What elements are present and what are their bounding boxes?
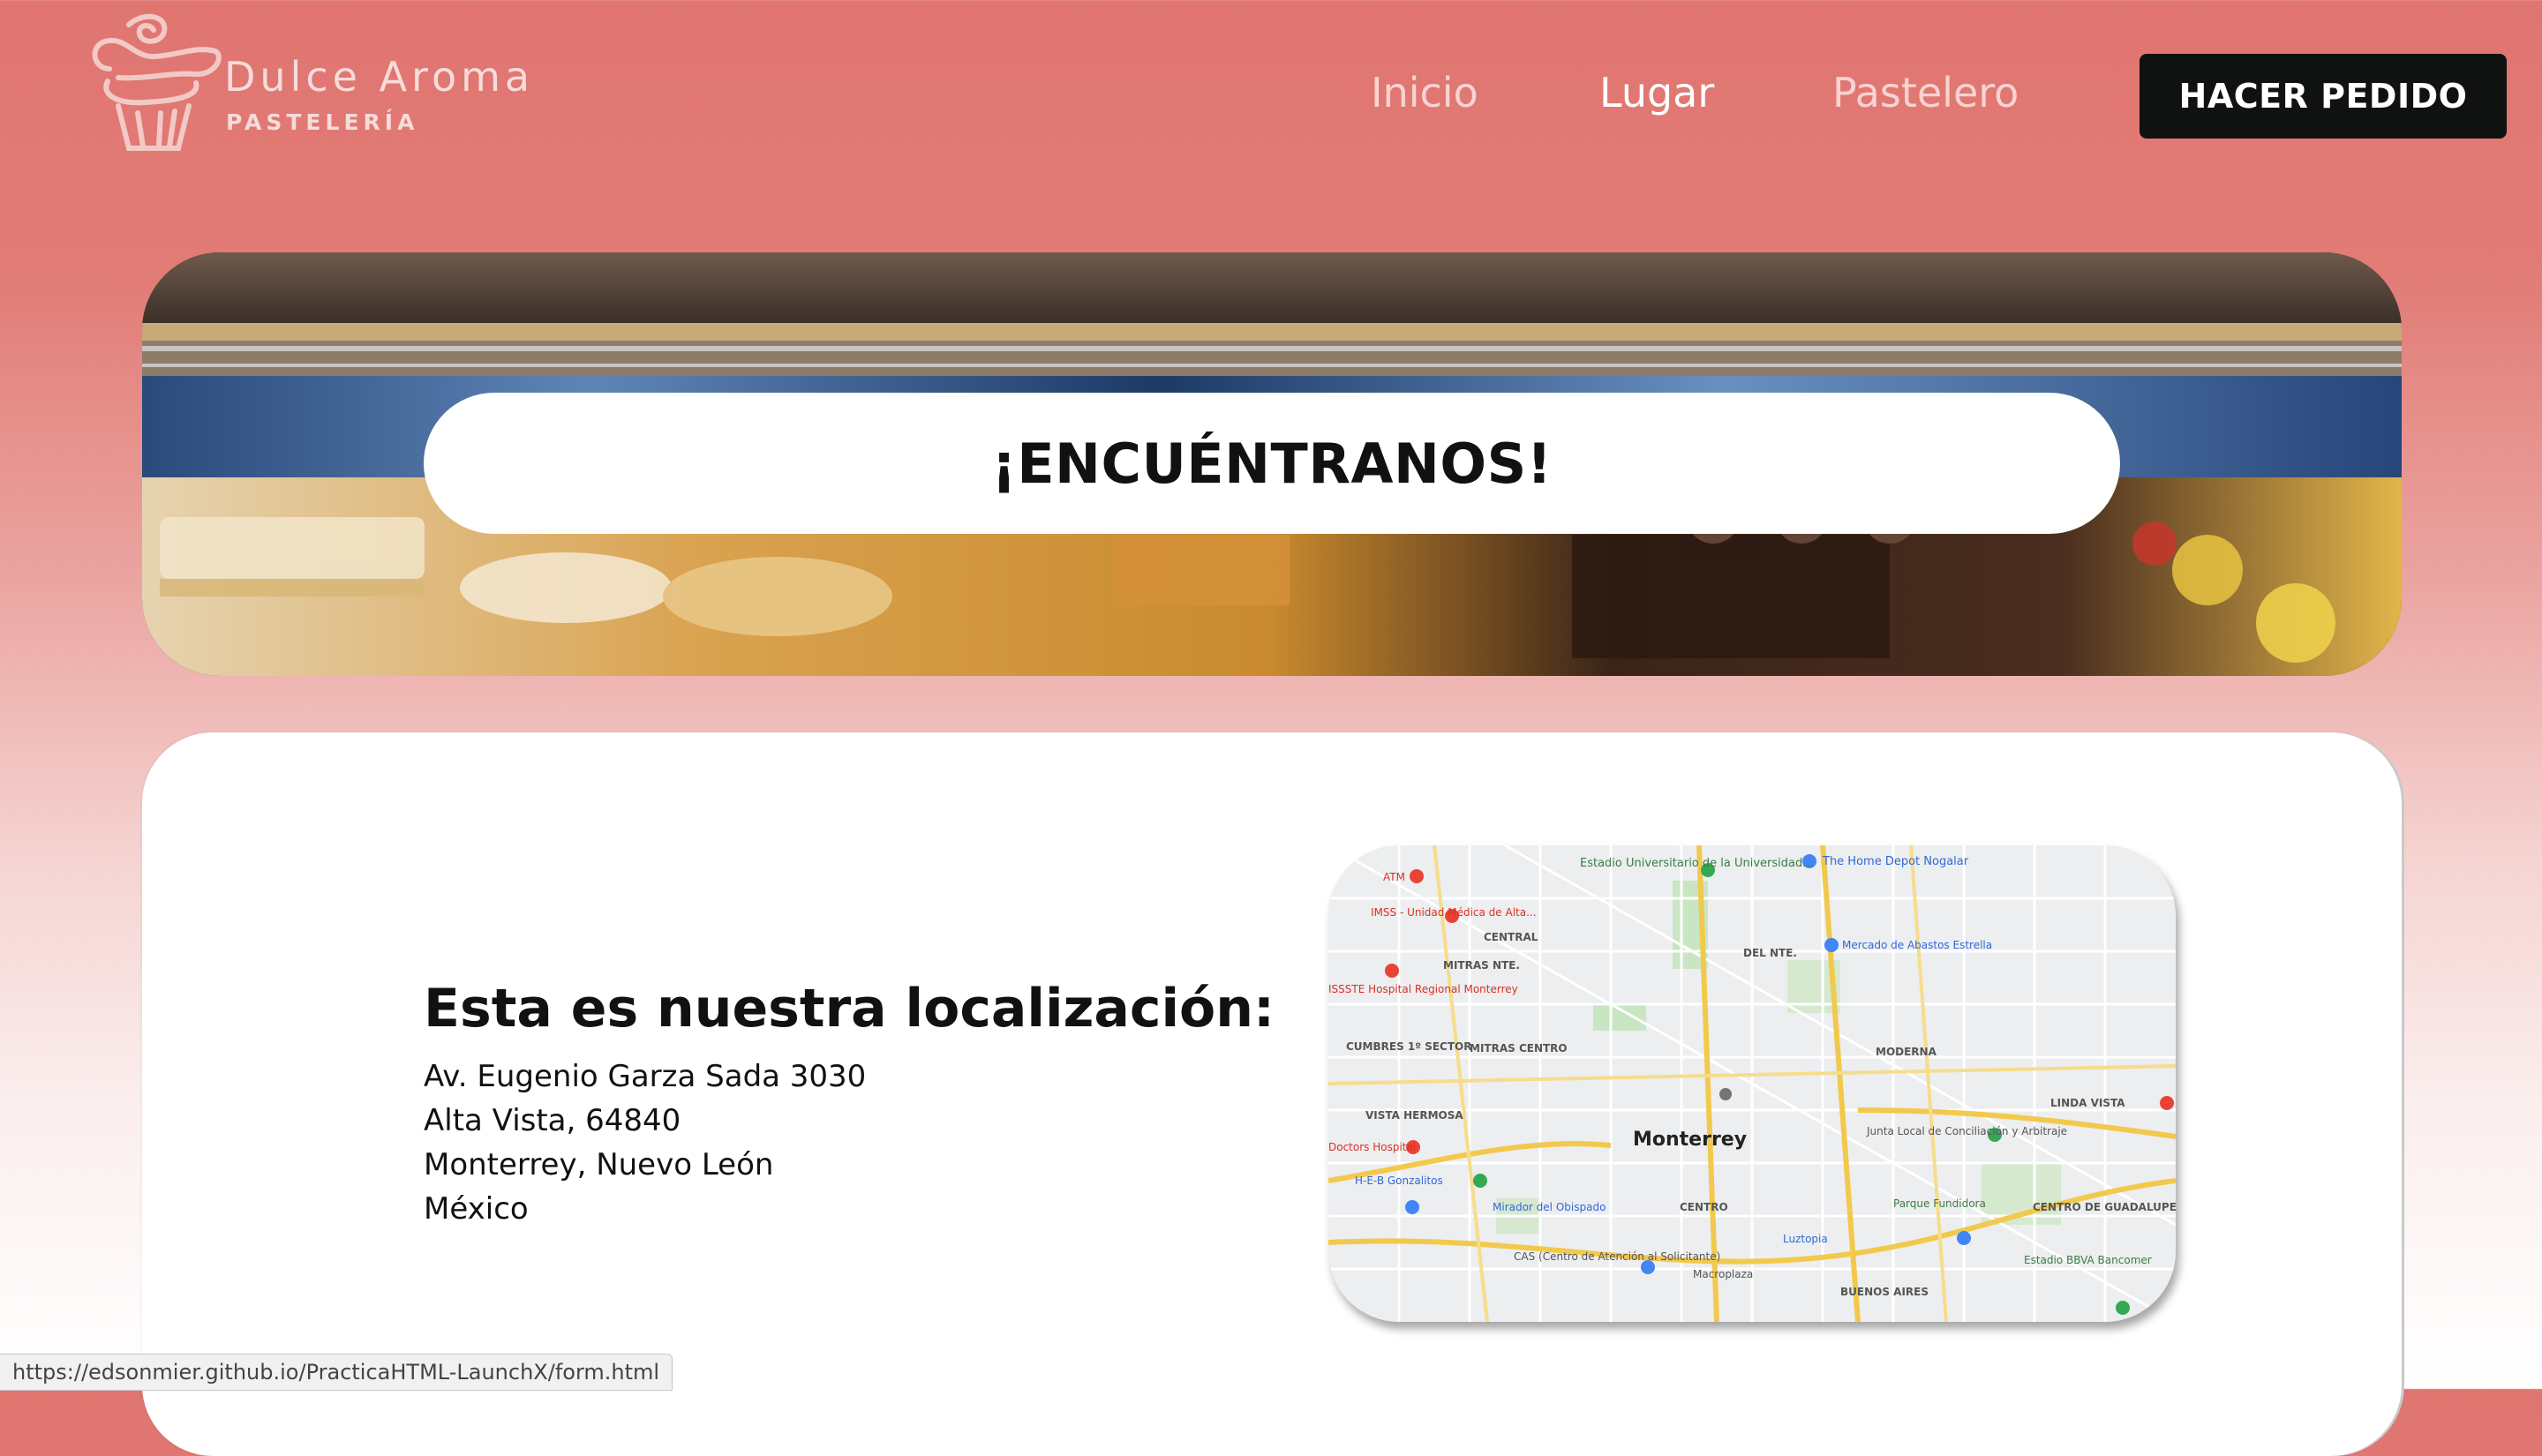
- map-label: Mercado de Abastos Estrella: [1842, 939, 1992, 951]
- map-label: VISTA HERMOSA: [1365, 1109, 1463, 1122]
- map-label: Luztopia: [1783, 1233, 1828, 1245]
- brand-logo[interactable]: Dulce Aroma PASTELERÍA: [83, 7, 542, 153]
- map-label: H-E-B Gonzalitos: [1355, 1175, 1443, 1187]
- cupcake-logo-icon: [92, 13, 222, 151]
- map-label: CENTRAL: [1484, 931, 1538, 943]
- map-label: ISSSTE Hospital Regional Monterrey: [1328, 983, 1518, 995]
- hero-title-pill: ¡ENCUÉNTRANOS!: [424, 393, 2120, 534]
- map-label: DEL NTE.: [1743, 947, 1797, 959]
- map-label: MITRAS NTE.: [1443, 959, 1520, 972]
- brand-subtitle: PASTELERÍA: [226, 109, 419, 135]
- address-line-street: Av. Eugenio Garza Sada 3030: [424, 1059, 867, 1094]
- status-bar-url: https://edsonmier.github.io/PracticaHTML…: [0, 1354, 673, 1391]
- nav-link-pastelero[interactable]: Pastelero: [1832, 69, 2019, 116]
- map-label: The Home Depot Nogalar: [1822, 855, 1969, 868]
- nav-link-inicio[interactable]: Inicio: [1371, 69, 1478, 116]
- map-city-label: Monterrey: [1633, 1129, 1747, 1151]
- map-label: BUENOS AIRES: [1840, 1286, 1929, 1298]
- map-label: CENTRO: [1680, 1201, 1728, 1213]
- map-label: MODERNA: [1876, 1046, 1937, 1058]
- map-label: CAS (Centro de Atención al Solicitante): [1514, 1250, 1720, 1263]
- map-label: Mirador del Obispado: [1493, 1201, 1606, 1213]
- map-label: Estadio BBVA Bancomer: [2024, 1254, 2152, 1266]
- map-label: Estadio Universitario de la Universidad.…: [1580, 857, 1814, 870]
- map-label: IMSS - Unidad Médica de Alta...: [1371, 906, 1537, 919]
- location-map[interactable]: Estadio Universitario de la Universidad.…: [1328, 845, 2176, 1322]
- location-heading: Esta es nuestra localización:: [424, 978, 1275, 1039]
- brand-name: Dulce Aroma: [224, 53, 535, 101]
- map-label: CUMBRES 1º SECTOR: [1346, 1040, 1471, 1053]
- map-label: LINDA VISTA: [2050, 1097, 2125, 1109]
- address-line-city: Monterrey, Nuevo León: [424, 1147, 774, 1182]
- map-label: CENTRO DE GUADALUPE: [2033, 1201, 2176, 1213]
- map-label: Parque Fundidora: [1893, 1197, 1986, 1210]
- map-label: MITRAS CENTRO: [1470, 1042, 1568, 1054]
- hero-banner: ¡ENCUÉNTRANOS!: [142, 252, 2402, 676]
- map-label: ATM: [1383, 871, 1405, 883]
- address-line-neighborhood: Alta Vista, 64840: [424, 1103, 681, 1138]
- map-label: Doctors Hospital: [1328, 1141, 1416, 1153]
- order-button[interactable]: HACER PEDIDO: [2140, 54, 2507, 139]
- hero-title: ¡ENCUÉNTRANOS!: [991, 431, 1553, 496]
- address-line-country: México: [424, 1191, 529, 1227]
- map-canvas[interactable]: Estadio Universitario de la Universidad.…: [1328, 845, 2176, 1322]
- nav-link-lugar[interactable]: Lugar: [1599, 69, 1714, 116]
- map-label: Junta Local de Conciliación y Arbitraje: [1866, 1125, 2067, 1137]
- map-label: Macroplaza: [1693, 1268, 1753, 1280]
